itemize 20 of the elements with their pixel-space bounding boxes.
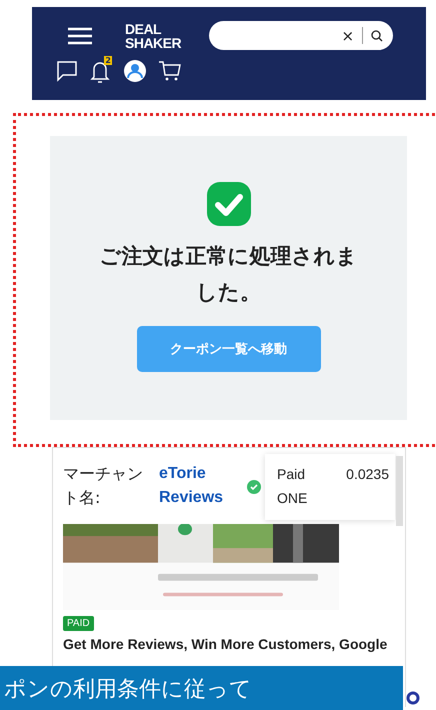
search-icon[interactable] <box>371 30 384 42</box>
check-icon <box>206 182 250 226</box>
search-field[interactable]: × <box>209 21 394 50</box>
scrollbar <box>396 456 403 526</box>
paid-badge: PAID <box>63 616 94 631</box>
cart-icon[interactable] <box>158 60 182 82</box>
chat-icon[interactable] <box>56 60 78 82</box>
product-title: Get More Reviews, Win More Customers, Google <box>63 636 388 652</box>
logo[interactable]: DEAL SHAKER <box>125 22 182 50</box>
notification-badge: 2 <box>104 56 112 65</box>
success-message: ご注文は正常に処理されました。 <box>98 243 358 306</box>
help-icon[interactable] <box>406 691 420 705</box>
user-avatar-icon[interactable] <box>124 60 146 82</box>
clear-button[interactable]: × <box>342 26 354 44</box>
merchant-label: マーチャント名: <box>63 463 144 509</box>
banner-text: ポンの利用条件に従って <box>4 677 252 702</box>
payment-amount: 0.0235 <box>346 465 389 484</box>
payment-method: Paid ONE <box>277 465 308 508</box>
menu-icon[interactable] <box>68 26 92 44</box>
merchant-link[interactable]: eTorie Reviews <box>159 462 249 524</box>
